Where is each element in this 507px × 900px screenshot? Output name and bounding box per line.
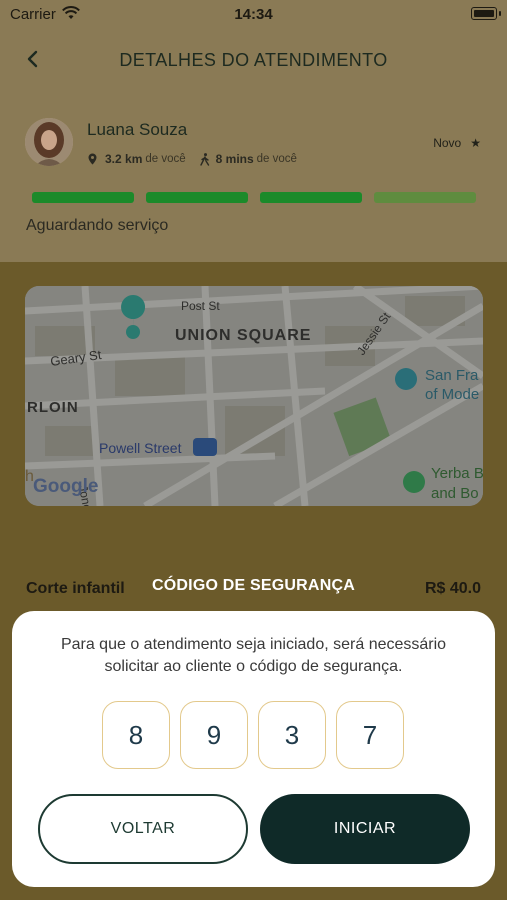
distance-value: 3.2 km xyxy=(105,152,143,166)
progress-segment xyxy=(260,192,362,203)
map-label: UNION SQUARE xyxy=(175,327,311,344)
walking-icon xyxy=(199,152,209,166)
service-status: Aguardando serviço xyxy=(26,217,169,234)
time-value: 8 mins xyxy=(215,152,254,166)
map-label: and Bo xyxy=(431,485,479,502)
avatar-image xyxy=(25,118,73,166)
battery-tip xyxy=(499,11,501,16)
map-label: San Fra xyxy=(425,367,479,384)
distance-suffix: de você xyxy=(145,153,186,165)
badge-label: Novo xyxy=(433,136,462,150)
modal-title: CÓDIGO DE SEGURANÇA xyxy=(152,577,355,594)
battery-icon xyxy=(471,7,497,20)
modal-message: Para que o atendimento seja iniciado, se… xyxy=(60,636,447,675)
google-logo: Google xyxy=(33,476,98,497)
time-suffix: de você xyxy=(256,153,297,165)
code-digit-box[interactable]: 8 xyxy=(102,701,170,769)
status-bar: Carrier 14:34 xyxy=(0,0,507,28)
start-button[interactable]: INICIAR xyxy=(260,794,470,864)
star-icon: ★ xyxy=(470,136,481,150)
security-code-row: 8 9 3 7 xyxy=(102,701,404,769)
back-button[interactable]: VOLTAR xyxy=(38,794,248,864)
location-pin-icon xyxy=(88,153,97,165)
progress-segment xyxy=(146,192,248,203)
client-name: Luana Souza xyxy=(87,120,188,139)
status-time: 14:34 xyxy=(234,6,273,23)
map-label: Powell Street xyxy=(99,440,182,456)
client-avatar xyxy=(25,118,73,166)
code-digit-box[interactable]: 3 xyxy=(258,701,326,769)
progress-segment xyxy=(374,192,476,203)
client-rating-badge: Novo ★ xyxy=(433,136,481,150)
map-label: Yerba B xyxy=(431,465,483,482)
map-label: RLOIN xyxy=(27,399,79,416)
code-digit-box[interactable]: 9 xyxy=(180,701,248,769)
progress-segment xyxy=(32,192,134,203)
client-distance-info: 3.2 km de você 8 mins de você xyxy=(88,152,297,166)
map-label: Post St xyxy=(181,299,220,313)
page-title: DETALHES DO ATENDIMENTO xyxy=(119,50,388,70)
service-progress-bar xyxy=(32,192,476,203)
location-map[interactable]: Post St UNION SQUARE Geary St Jessie St … xyxy=(25,286,483,506)
map-canvas: Post St UNION SQUARE Geary St Jessie St … xyxy=(25,286,483,506)
security-code-modal: Para que o atendimento seja iniciado, se… xyxy=(12,611,495,887)
code-digit-box[interactable]: 7 xyxy=(336,701,404,769)
map-label: of Mode xyxy=(425,386,479,403)
